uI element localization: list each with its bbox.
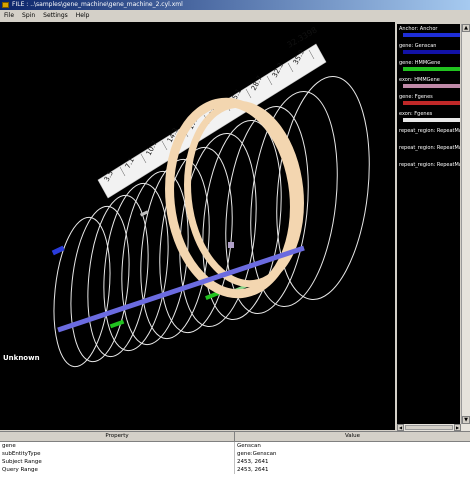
table-row[interactable]: Query Range 2453, 2641 (0, 466, 470, 474)
legend-panel: Anchor: Anchor gene: Genscan gene: HMMGene… (397, 24, 460, 424)
legend-item[interactable]: repeat_region: RepeatMasker (397, 160, 460, 177)
legend-item-label: gene: HMMGene (399, 60, 441, 66)
legend-item[interactable]: exon: HMMGene (397, 75, 460, 92)
title-bar: FILE : ..\samples\gene_machine\gene_mach… (0, 0, 470, 10)
legend-item-label: repeat_region: RepeatMasker (399, 128, 460, 134)
menu-bar: File Spin Settings Help (0, 10, 470, 22)
legend-item[interactable]: gene: Genscan (397, 41, 460, 58)
legend-color-swatch (403, 50, 460, 54)
legend-color-swatch (403, 33, 460, 37)
legend-item[interactable]: repeat_region: RepeatMasker (397, 143, 460, 160)
legend-item-label: Anchor: Anchor (399, 26, 438, 32)
legend-item[interactable]: gene: Fgenes (397, 92, 460, 109)
legend-color-swatch (403, 67, 460, 71)
table-row[interactable]: gene Genscan (0, 442, 470, 450)
legend-item[interactable]: exon: Fgenes (397, 109, 460, 126)
legend-item-label: gene: Genscan (399, 43, 437, 49)
legend-horizontal-scrollbar[interactable]: ◀ ▶ (397, 424, 470, 431)
legend-item[interactable]: gene: HMMGene (397, 58, 460, 75)
legend-item-label: repeat_region: RepeatMasker (399, 162, 460, 168)
properties-header: Property Value (0, 432, 470, 442)
row-divider (234, 442, 235, 450)
value-cell: Genscan (237, 443, 261, 449)
table-row[interactable]: Subject Range 2453, 2641 (0, 458, 470, 466)
row-divider (234, 466, 235, 474)
property-cell: Query Range (2, 467, 38, 473)
anchor-axis-bar[interactable] (57, 245, 305, 333)
unknown-label: Unknown (3, 354, 40, 362)
scroll-down-arrow-icon[interactable]: ▼ (462, 416, 470, 424)
menu-spin[interactable]: Spin (18, 10, 39, 22)
legend-color-swatch (403, 101, 460, 105)
property-cell: Subject Range (2, 459, 42, 465)
legend-item[interactable]: Anchor: Anchor (397, 24, 460, 41)
value-cell: 2453, 2641 (237, 467, 269, 473)
cylinder-3d-viewport[interactable]: 3.5 7.1 10.7 14.3 17.8 21.4 25.1 28.7 32… (0, 22, 395, 430)
column-header-value[interactable]: Value (235, 432, 470, 441)
property-cell: gene (2, 443, 16, 449)
menu-file[interactable]: File (0, 10, 18, 22)
legend-item-label: gene: Fgenes (399, 94, 433, 100)
window-title: FILE : ..\samples\gene_machine\gene_mach… (12, 1, 183, 8)
menu-settings[interactable]: Settings (39, 10, 72, 22)
scroll-thumb[interactable] (405, 425, 453, 430)
cylinder-scene[interactable]: 3.5 7.1 10.7 14.3 17.8 21.4 25.1 28.7 32… (0, 22, 395, 430)
legend-vertical-scrollbar[interactable]: ▲ ▼ (461, 24, 470, 424)
legend-item-label: exon: Fgenes (399, 111, 433, 117)
value-cell: 2453, 2641 (237, 459, 269, 465)
properties-table: Property Value gene Genscan subEntityType g… (0, 431, 470, 481)
scroll-right-arrow-icon[interactable]: ▶ (454, 424, 461, 431)
row-divider (234, 458, 235, 466)
menu-help[interactable]: Help (72, 10, 94, 22)
scroll-left-arrow-icon[interactable]: ◀ (397, 424, 404, 431)
legend-color-swatch (403, 118, 460, 122)
legend-color-swatch (403, 84, 460, 88)
value-cell: gene:Genscan (237, 451, 277, 457)
row-divider (234, 450, 235, 458)
application-window: FILE : ..\samples\gene_machine\gene_mach… (0, 0, 470, 481)
properties-rows: gene Genscan subEntityType gene:Genscan Subj… (0, 442, 470, 474)
legend-item-label: repeat_region: RepeatMasker (399, 145, 460, 151)
property-cell: subEntityType (2, 451, 41, 457)
legend-item[interactable]: repeat_region: RepeatMasker (397, 126, 460, 143)
column-header-property[interactable]: Property (0, 432, 235, 441)
scroll-up-arrow-icon[interactable]: ▲ (462, 24, 470, 32)
app-icon (2, 2, 9, 8)
legend-item-label: exon: HMMGene (399, 77, 440, 83)
table-row[interactable]: subEntityType gene:Genscan (0, 450, 470, 458)
